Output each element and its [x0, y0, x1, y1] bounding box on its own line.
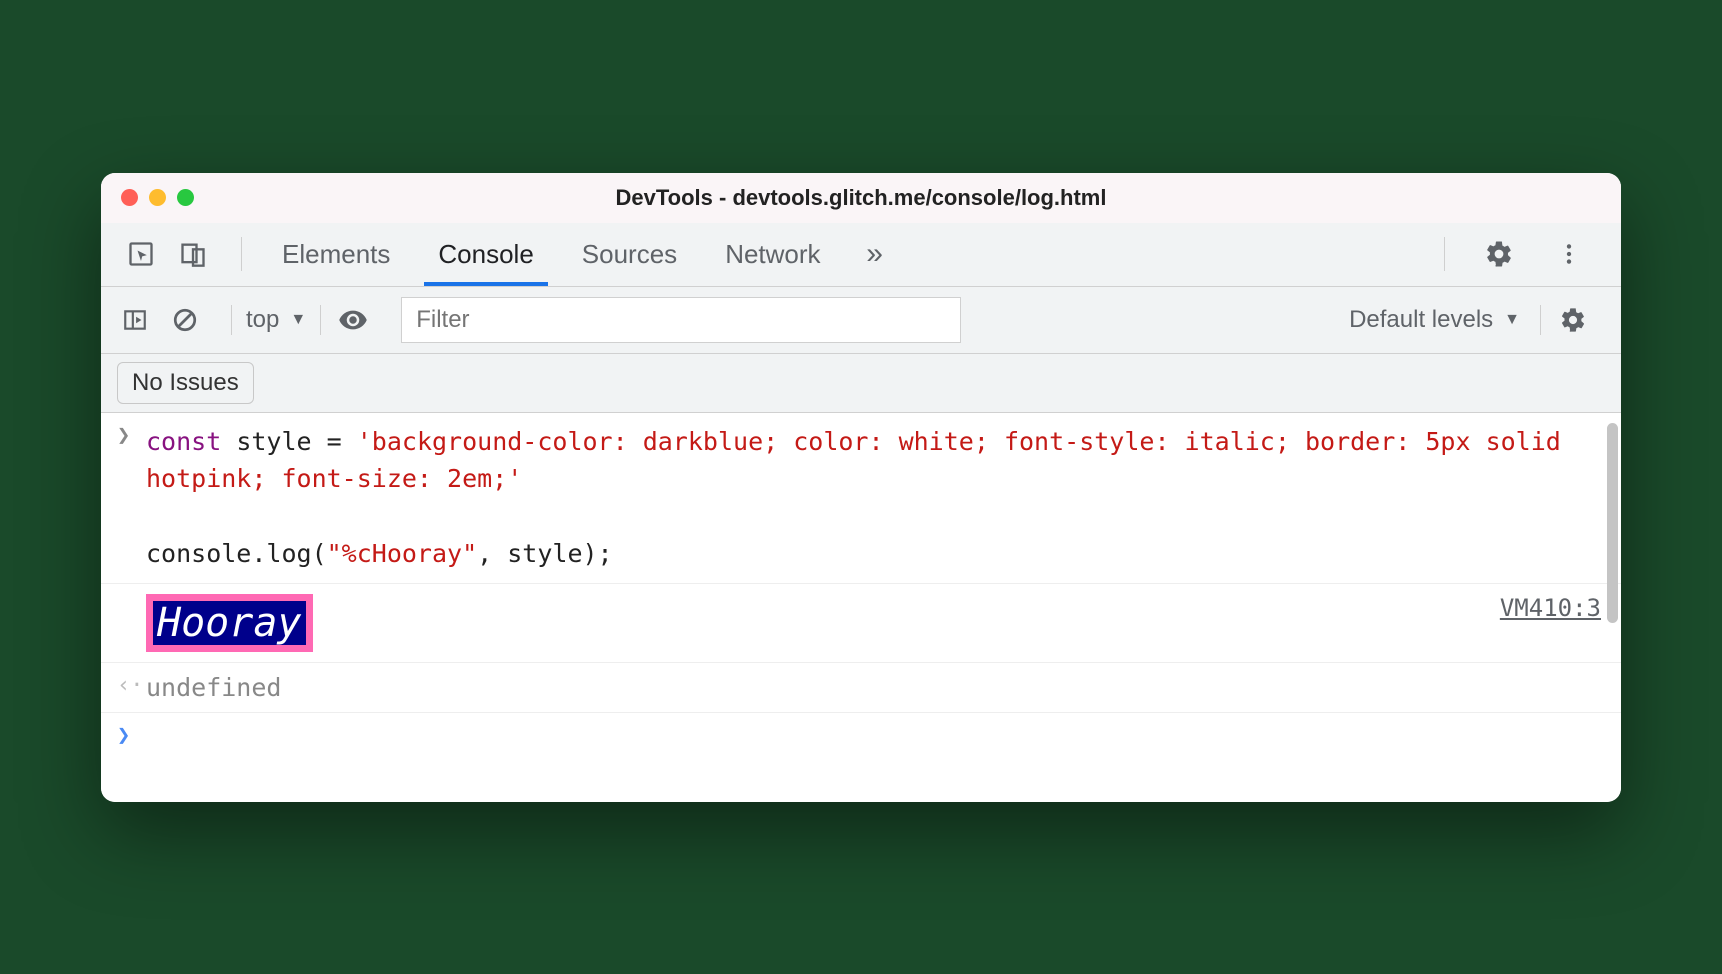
- context-label: top: [246, 306, 279, 334]
- inspect-element-icon[interactable]: [121, 234, 161, 274]
- tab-sources-label: Sources: [582, 239, 677, 270]
- filter-input[interactable]: [401, 297, 961, 343]
- tab-network-label: Network: [725, 239, 820, 270]
- divider: [241, 237, 242, 271]
- console-output: ❯ const style = 'background-color: darkb…: [101, 413, 1621, 802]
- console-return-row: ‹· undefined: [101, 663, 1621, 713]
- divider: [1540, 305, 1541, 335]
- issues-button[interactable]: No Issues: [117, 362, 254, 404]
- input-marker-icon: ❯: [117, 423, 130, 448]
- device-toolbar-icon[interactable]: [173, 234, 213, 274]
- close-window-button[interactable]: [121, 189, 138, 206]
- tab-elements[interactable]: Elements: [258, 223, 414, 286]
- console-sidebar-toggle-icon[interactable]: [117, 302, 153, 338]
- issues-bar: No Issues: [101, 354, 1621, 413]
- window-controls: [121, 189, 194, 206]
- titlebar: DevTools - devtools.glitch.me/console/lo…: [101, 173, 1621, 223]
- tab-elements-label: Elements: [282, 239, 390, 270]
- tab-console-label: Console: [438, 239, 533, 270]
- tab-sources[interactable]: Sources: [558, 223, 701, 286]
- maximize-window-button[interactable]: [177, 189, 194, 206]
- source-link[interactable]: VM410:3: [1500, 594, 1601, 622]
- more-tabs-icon[interactable]: »: [855, 234, 895, 274]
- console-input-row: ❯ const style = 'background-color: darkb…: [101, 413, 1621, 584]
- log-levels-selector[interactable]: Default levels ▼: [1349, 306, 1520, 334]
- levels-label: Default levels: [1349, 306, 1493, 334]
- live-expression-icon[interactable]: [335, 302, 371, 338]
- styled-log-output: Hooray: [146, 594, 313, 652]
- console-log-row: Hooray VM410:3: [101, 584, 1621, 663]
- settings-icon[interactable]: [1479, 234, 1519, 274]
- tab-network[interactable]: Network: [701, 223, 844, 286]
- console-settings-icon[interactable]: [1555, 302, 1591, 338]
- console-prompt-row[interactable]: ❯: [101, 713, 1621, 762]
- divider: [320, 305, 321, 335]
- context-selector[interactable]: top ▼: [246, 306, 306, 334]
- chevron-down-icon: ▼: [1504, 311, 1520, 329]
- clear-console-icon[interactable]: [167, 302, 203, 338]
- console-input-code: const style = 'background-color: darkblu…: [146, 423, 1601, 573]
- window-title: DevTools - devtools.glitch.me/console/lo…: [101, 185, 1621, 211]
- prompt-marker-icon: ❯: [117, 723, 130, 748]
- minimize-window-button[interactable]: [149, 189, 166, 206]
- tabbar: Elements Console Sources Network »: [101, 223, 1621, 287]
- divider: [231, 305, 232, 335]
- return-marker-icon: ‹·: [117, 673, 144, 698]
- kebab-menu-icon[interactable]: [1549, 234, 1589, 274]
- devtools-window: DevTools - devtools.glitch.me/console/lo…: [101, 173, 1621, 802]
- chevron-down-icon: ▼: [290, 311, 306, 329]
- tab-console[interactable]: Console: [414, 223, 557, 286]
- divider: [1444, 237, 1445, 271]
- return-value: undefined: [146, 673, 281, 702]
- console-toolbar: top ▼ Default levels ▼: [101, 287, 1621, 354]
